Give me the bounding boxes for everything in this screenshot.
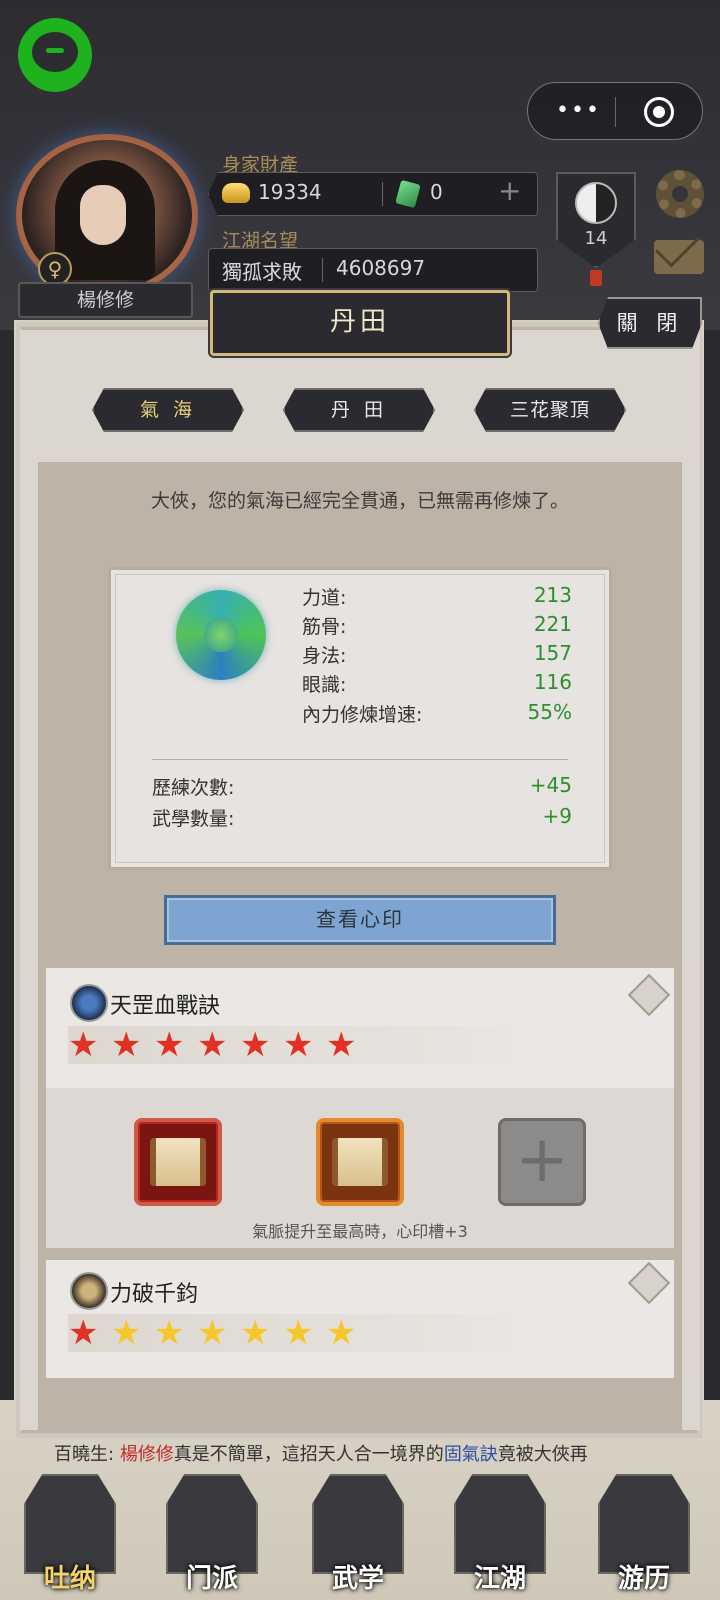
skill-name: 力破千鈞 — [110, 1282, 199, 1307]
tab-sanhua[interactable]: 三花聚頂 — [474, 388, 626, 432]
tab-dantian[interactable]: 丹 田 — [283, 388, 435, 432]
gold-ingot-icon — [222, 183, 250, 203]
star-icon: ★ — [326, 1025, 357, 1065]
bonus-label-skills: 武學數量: — [152, 808, 235, 830]
scroll-icon — [150, 1138, 206, 1186]
slot-hint: 氣脈提升至最高時，心印槽+3 — [252, 1222, 468, 1241]
gold-amount: 19334 — [258, 180, 322, 204]
bonus-value-skills: +9 — [542, 804, 572, 828]
star-icon: ★ — [68, 1025, 99, 1065]
scroll-icon — [332, 1138, 388, 1186]
stat-label-insight: 眼識: — [302, 674, 347, 696]
nav-label: 吐纳 — [43, 1564, 96, 1594]
stat-value-bone: 221 — [533, 612, 572, 636]
star-icon: ★ — [154, 1025, 185, 1065]
nav-label: 江湖 — [473, 1564, 526, 1594]
more-icon[interactable]: ••• — [556, 100, 601, 122]
star-icon: ★ — [111, 1025, 142, 1065]
close-program-icon[interactable] — [644, 97, 674, 127]
skill-name: 天罡血戰訣 — [110, 994, 221, 1019]
ticker-skill: 固氣訣 — [443, 1444, 498, 1465]
nav-martial[interactable]: 武学 — [298, 1470, 418, 1600]
star-icon: ★ — [283, 1025, 314, 1065]
nav-tuna[interactable]: 吐纳 — [10, 1470, 130, 1600]
qi-vortex-icon — [176, 590, 266, 680]
mini-program-capsule: ••• — [527, 82, 703, 140]
star-icon: ★ — [197, 1313, 228, 1353]
player-name: 楊修修 — [18, 282, 193, 318]
mini-program-logo[interactable] — [18, 18, 92, 92]
stat-value-strength: 213 — [533, 583, 572, 607]
rank-number: 14 — [584, 228, 608, 249]
nav-label: 游历 — [617, 1564, 670, 1594]
stat-label-agility: 身法: — [302, 645, 347, 667]
fame-value: 4608697 — [336, 256, 426, 280]
stat-label-inner-speed: 內力修煉增速: — [302, 704, 423, 726]
bonus-value-training: +45 — [529, 773, 572, 797]
broadcast-ticker: 百曉生: 楊修修真是不簡單，這招天人合一境界的固氣訣竟被大俠再 — [54, 1440, 674, 1466]
ticker-text: 真是不簡單，這招天人合一境界的 — [173, 1444, 444, 1465]
stats-divider — [152, 759, 568, 760]
star-icon: ★ — [240, 1313, 271, 1353]
star-icon: ★ — [111, 1313, 142, 1353]
bonus-label-training: 歷練次數: — [152, 777, 235, 799]
stat-value-inner-speed: 55% — [527, 700, 572, 724]
nav-sect[interactable]: 门派 — [152, 1470, 272, 1600]
stat-label-strength: 力道: — [302, 587, 347, 609]
add-currency-button[interactable]: + — [498, 174, 521, 207]
fame-divider — [322, 258, 323, 282]
star-icon: ★ — [197, 1025, 228, 1065]
jade-amount: 0 — [430, 180, 443, 204]
star-icon: ★ — [154, 1313, 185, 1353]
wealth-divider — [382, 182, 383, 206]
gear-icon[interactable] — [656, 170, 704, 218]
panel-title: 丹田 — [210, 290, 510, 356]
avatar-face — [80, 185, 126, 245]
seal-slot-empty[interactable]: + — [498, 1118, 586, 1206]
ticker-player: 楊修修 — [119, 1444, 174, 1465]
nav-label: 武学 — [331, 1564, 384, 1594]
seal-slot-filled[interactable] — [134, 1118, 222, 1206]
ticker-speaker: 百曉生: — [54, 1444, 115, 1465]
seal-slot-filled[interactable] — [316, 1118, 404, 1206]
nav-label: 门派 — [185, 1564, 238, 1594]
skill-icon — [70, 984, 108, 1022]
nav-jianghu[interactable]: 江湖 — [440, 1470, 560, 1600]
status-message: 大俠，您的氣海已經完全貫通，已無需再修煉了。 — [150, 490, 569, 512]
star-icon: ★ — [326, 1313, 357, 1353]
tassel-icon — [590, 270, 602, 286]
stat-value-insight: 116 — [533, 670, 572, 694]
female-icon: ♀ — [38, 252, 72, 286]
nav-travel[interactable]: 游历 — [584, 1470, 704, 1600]
star-icon: ★ — [283, 1313, 314, 1353]
star-icon: ★ — [240, 1025, 271, 1065]
ticker-text: 竟被大俠再 — [497, 1444, 588, 1465]
capsule-divider — [615, 97, 616, 127]
mail-icon[interactable] — [654, 240, 704, 274]
close-button[interactable]: 關 閉 — [598, 297, 702, 349]
stat-label-bone: 筋骨: — [302, 616, 347, 638]
skill-icon — [70, 1272, 108, 1310]
yin-yang-icon — [575, 182, 617, 224]
fame-title: 獨孤求敗 — [222, 260, 302, 284]
star-icon: ★ — [68, 1313, 99, 1353]
stat-value-agility: 157 — [533, 641, 572, 665]
tab-qihai[interactable]: 氣 海 — [92, 388, 244, 432]
view-seal-button[interactable]: 查看心印 — [164, 895, 556, 945]
